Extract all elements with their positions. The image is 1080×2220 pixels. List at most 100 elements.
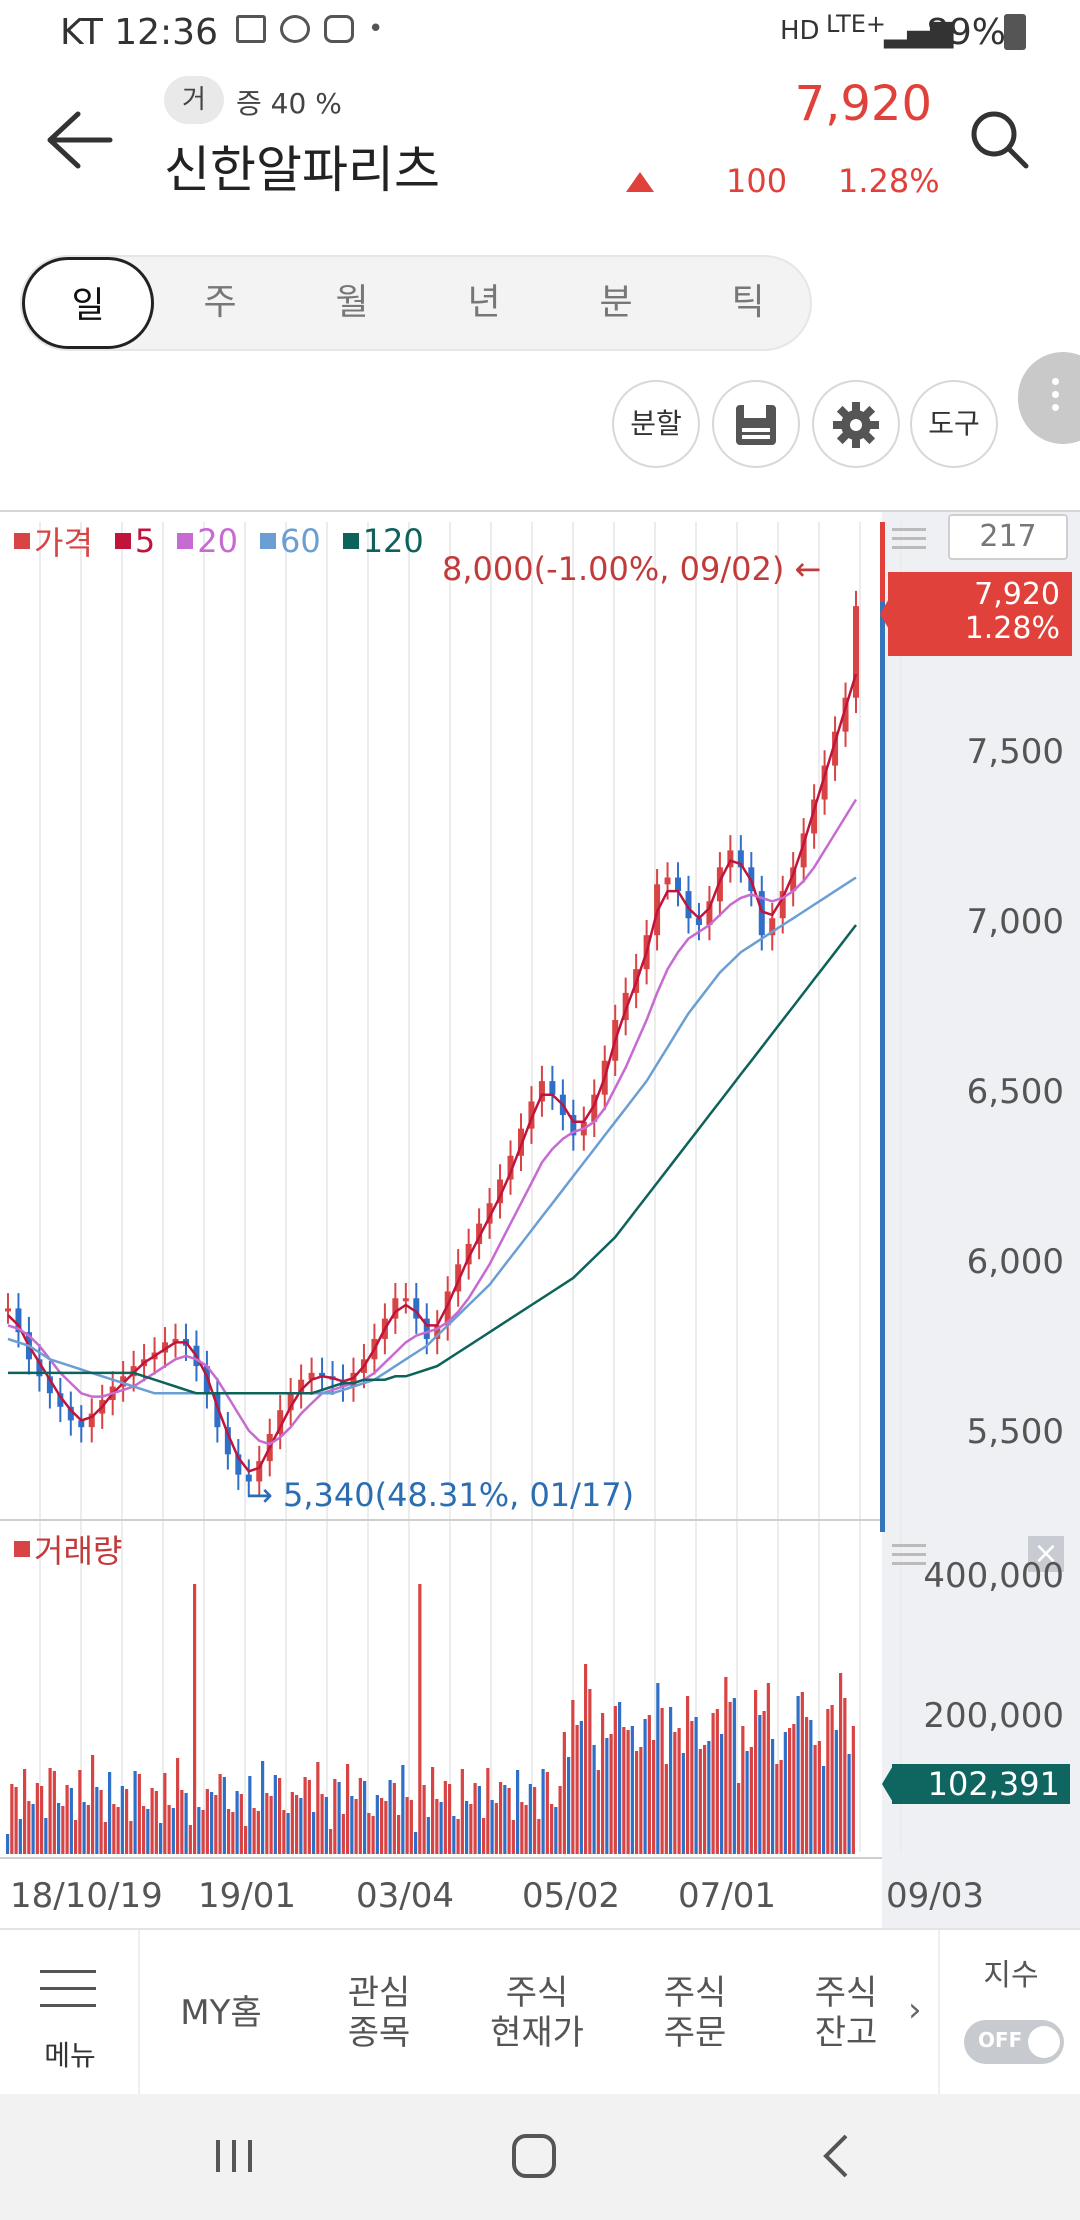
volume-bar — [732, 1698, 736, 1854]
volume-tick: 200,000 — [923, 1696, 1064, 1736]
tools-button[interactable]: 도구 — [910, 380, 998, 468]
index-toggle[interactable]: OFF — [964, 2020, 1064, 2064]
save-button[interactable] — [712, 380, 800, 468]
volume-bar — [435, 1799, 439, 1854]
volume-bar — [562, 1732, 566, 1854]
volume-bar — [677, 1728, 681, 1854]
volume-bar — [146, 1809, 150, 1854]
toggle-state: OFF — [978, 2028, 1023, 2052]
volume-bar — [465, 1801, 469, 1854]
up-triangle-icon — [626, 172, 654, 192]
nav-current-price[interactable]: 주식 현재가 — [462, 1930, 612, 2096]
back-arrow-icon[interactable] — [44, 108, 114, 172]
recent-apps-icon[interactable] — [204, 2126, 264, 2186]
battery-percent: 89% — [926, 12, 1007, 53]
volume-bar — [341, 1814, 345, 1854]
volume-bar — [596, 1770, 600, 1854]
legend-item[interactable]: 가격 — [14, 518, 93, 564]
settings-button[interactable] — [812, 380, 900, 468]
volume-bar — [452, 1816, 456, 1854]
volume-bar — [618, 1702, 622, 1854]
tab-month[interactable]: 월 — [286, 257, 418, 349]
legend-item[interactable]: 5 — [114, 522, 155, 560]
margin-rate-text: 증 40 % — [236, 87, 342, 120]
volume-bar — [494, 1803, 498, 1854]
volume-bar — [822, 1766, 826, 1854]
stock-name[interactable]: 신한알파리츠 — [164, 130, 440, 202]
volume-bar — [541, 1769, 545, 1854]
volume-bar — [40, 1786, 44, 1854]
chart-min-label: → 5,340(48.31%, 01/17) — [246, 1476, 635, 1514]
volume-bar — [601, 1713, 605, 1854]
volume-bar — [278, 1778, 282, 1854]
tab-tick[interactable]: 틱 — [682, 257, 814, 349]
volume-bar — [261, 1761, 265, 1854]
volume-bar — [61, 1806, 65, 1854]
volume-bar — [218, 1774, 222, 1854]
volume-bar — [448, 1784, 452, 1854]
legend-label: 가격 — [34, 524, 93, 562]
status-time: KT 12:36 — [60, 12, 218, 53]
volume-bar — [656, 1683, 660, 1854]
candle-count-box[interactable]: 217 — [948, 514, 1068, 560]
volume-bar — [401, 1765, 405, 1854]
volume-bar — [664, 1764, 668, 1854]
price-tick: 6,000 — [966, 1242, 1064, 1282]
stock-chart-screen: { "status_bar": { "carrier_time": "KT 12… — [0, 0, 1080, 2220]
volume-bar — [643, 1719, 647, 1854]
price-tick: 7,500 — [966, 732, 1064, 772]
volume-bar — [295, 1795, 299, 1854]
menu-button[interactable]: 메뉴 — [0, 1930, 140, 2096]
volume-bar — [443, 1781, 447, 1854]
volume-bar — [142, 1806, 146, 1854]
volume-bar — [350, 1796, 354, 1854]
x-label: 18/10/19 — [10, 1876, 163, 1916]
legend-item[interactable]: 120 — [342, 522, 424, 560]
volume-bar — [813, 1745, 817, 1854]
volume-bar — [482, 1818, 486, 1854]
chart-max-label: 8,000(-1.00%, 09/02) ← — [442, 550, 822, 588]
volume-bar — [728, 1702, 732, 1854]
nav-balance[interactable]: 주식 잔고 — [778, 1930, 914, 2096]
legend-item[interactable]: 20 — [177, 522, 238, 560]
volume-bar — [290, 1792, 294, 1854]
volume-bar — [422, 1785, 426, 1854]
volume-bar — [312, 1812, 316, 1854]
volume-bar — [698, 1749, 702, 1854]
search-icon[interactable] — [968, 108, 1030, 170]
volume-bar — [363, 1781, 367, 1854]
volume-bar — [779, 1760, 783, 1854]
volume-bar — [214, 1795, 218, 1854]
volume-bar — [329, 1829, 333, 1854]
tab-week[interactable]: 주 — [154, 257, 286, 349]
volume-bar — [834, 1730, 838, 1854]
volume-bar — [520, 1802, 524, 1854]
index-toggle-area: 지수 OFF — [938, 1930, 1080, 2096]
status-bar: KT 12:36 • HD LTE+ ▂▄▆ 89% — [0, 0, 1080, 66]
more-options-tab[interactable] — [1018, 352, 1080, 444]
nav-watchlist[interactable]: 관심 종목 — [304, 1930, 454, 2096]
home-icon[interactable] — [504, 2126, 564, 2186]
volume-bar — [499, 1782, 503, 1854]
volume-bar — [516, 1770, 520, 1854]
chevron-right-icon[interactable]: › — [908, 1990, 922, 2030]
split-button[interactable]: 분할 — [612, 380, 700, 468]
tab-day[interactable]: 일 — [22, 257, 154, 349]
volume-bar — [711, 1713, 715, 1854]
nav-my-home[interactable]: MY홈 — [146, 1930, 296, 2096]
volume-bar — [103, 1822, 107, 1854]
tab-minute[interactable]: 분 — [550, 257, 682, 349]
volume-bar — [133, 1771, 137, 1854]
tab-year[interactable]: 년 — [418, 257, 550, 349]
price-tick: 6,500 — [966, 1072, 1064, 1112]
legend-item[interactable]: 60 — [259, 522, 321, 560]
x-label: 19/01 — [198, 1876, 296, 1916]
volume-bar — [613, 1706, 617, 1854]
volume-bar — [809, 1720, 813, 1854]
volume-bar — [592, 1745, 596, 1854]
volume-bar — [439, 1802, 443, 1854]
volume-bar — [456, 1819, 460, 1854]
back-icon[interactable] — [808, 2126, 868, 2186]
chart-handle-icon[interactable] — [892, 528, 926, 555]
nav-order[interactable]: 주식 주문 — [620, 1930, 770, 2096]
